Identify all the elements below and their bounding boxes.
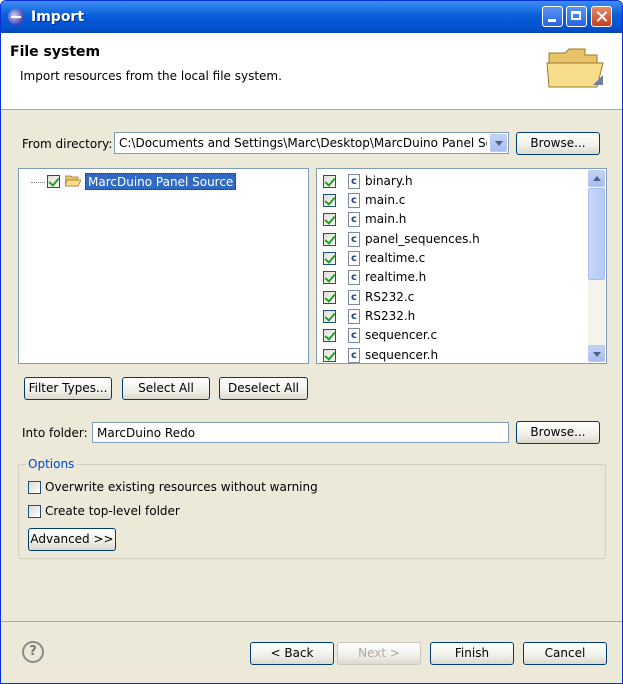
file-label: sequencer.h: [365, 348, 439, 362]
back-button[interactable]: < Back: [250, 642, 334, 665]
list-item[interactable]: c sequencer.c: [323, 326, 593, 345]
c-file-icon: c: [348, 309, 360, 324]
open-folder-icon: [65, 175, 81, 187]
file-label: RS232.c: [365, 290, 415, 304]
wizard-header: File system Import resources from the lo…: [1, 33, 622, 110]
into-folder-browse-button[interactable]: Browse...: [516, 421, 600, 444]
help-icon[interactable]: ?: [22, 641, 44, 663]
list-item[interactable]: c panel_sequences.h: [323, 230, 593, 249]
c-file-icon: c: [348, 290, 360, 305]
list-item[interactable]: c main.h: [323, 210, 593, 229]
c-file-icon: c: [348, 328, 360, 343]
file-checkbox[interactable]: [323, 349, 336, 362]
into-folder-value: MarcDuino Redo: [97, 426, 196, 440]
from-directory-browse-button[interactable]: Browse...: [516, 132, 600, 155]
c-file-icon: c: [348, 174, 360, 189]
tree-connector: [31, 182, 45, 183]
file-label: main.h: [365, 212, 407, 226]
file-checkbox[interactable]: [323, 271, 336, 284]
file-label: sequencer.c: [365, 328, 438, 342]
import-dialog: Import File system Import resources from…: [0, 0, 623, 684]
c-file-icon: c: [348, 270, 360, 285]
scroll-down-icon[interactable]: [588, 345, 605, 362]
title-bar[interactable]: Import: [1, 1, 622, 33]
c-file-icon: c: [348, 232, 360, 247]
footer-divider: [1, 621, 622, 622]
tree-item-checkbox[interactable]: [47, 175, 60, 188]
folder-banner-icon: [546, 48, 604, 88]
file-label: realtime.h: [365, 270, 427, 284]
file-checkbox[interactable]: [323, 291, 336, 304]
list-item[interactable]: c RS232.c: [323, 288, 593, 307]
next-button[interactable]: Next >: [337, 642, 421, 665]
file-checkbox[interactable]: [323, 194, 336, 207]
deselect-all-button[interactable]: Deselect All: [219, 377, 308, 400]
minimize-button[interactable]: [542, 6, 563, 27]
folder-tree[interactable]: MarcDuino Panel Source: [18, 168, 309, 364]
file-label: binary.h: [365, 174, 413, 188]
file-checkbox[interactable]: [323, 252, 336, 265]
overwrite-label[interactable]: Overwrite existing resources without war…: [45, 480, 318, 494]
advanced-button[interactable]: Advanced >>: [28, 528, 116, 551]
scroll-thumb[interactable]: [588, 188, 605, 280]
c-file-icon: c: [348, 212, 360, 227]
cancel-button[interactable]: Cancel: [523, 642, 607, 665]
options-group-label: Options: [26, 457, 77, 471]
create-top-level-label[interactable]: Create top-level folder: [45, 504, 180, 518]
tree-item-label[interactable]: MarcDuino Panel Source: [85, 173, 237, 190]
file-list-scrollbar[interactable]: [588, 170, 605, 362]
list-item[interactable]: c main.c: [323, 191, 593, 210]
scroll-up-icon[interactable]: [588, 170, 605, 187]
page-description: Import resources from the local file sys…: [20, 69, 282, 83]
into-folder-label: Into folder:: [22, 426, 88, 440]
from-directory-label: From directory:: [22, 137, 113, 151]
select-all-button[interactable]: Select All: [122, 377, 210, 400]
page-title: File system: [10, 44, 101, 60]
eclipse-icon: [8, 9, 24, 25]
file-checkbox[interactable]: [323, 213, 336, 226]
c-file-icon: c: [348, 193, 360, 208]
list-item[interactable]: c realtime.h: [323, 268, 593, 287]
file-list[interactable]: c binary.h c main.c c main.h c panel_sequenc…: [316, 168, 607, 364]
create-top-level-checkbox[interactable]: [28, 505, 41, 518]
into-folder-input[interactable]: MarcDuino Redo: [92, 422, 509, 443]
file-checkbox[interactable]: [323, 233, 336, 246]
list-item[interactable]: c RS232.h: [323, 307, 593, 326]
filter-types-button[interactable]: Filter Types...: [24, 377, 112, 400]
from-directory-value: C:\Documents and Settings\Marc\Desktop\M…: [119, 136, 487, 150]
list-item[interactable]: c binary.h: [323, 172, 593, 191]
from-directory-combo[interactable]: C:\Documents and Settings\Marc\Desktop\M…: [114, 132, 509, 154]
c-file-icon: c: [348, 348, 360, 363]
file-label: RS232.h: [365, 309, 416, 323]
file-label: panel_sequences.h: [365, 232, 480, 246]
list-item[interactable]: c realtime.c: [323, 249, 593, 268]
file-label: realtime.c: [365, 251, 426, 265]
file-checkbox[interactable]: [323, 310, 336, 323]
chevron-down-icon[interactable]: [490, 134, 507, 152]
list-item[interactable]: c sequencer.h: [323, 346, 593, 363]
maximize-button[interactable]: [566, 6, 587, 27]
file-checkbox[interactable]: [323, 175, 336, 188]
file-checkbox[interactable]: [323, 329, 336, 342]
close-button[interactable]: [591, 6, 612, 27]
file-label: main.c: [365, 193, 406, 207]
finish-button[interactable]: Finish: [430, 642, 514, 665]
c-file-icon: c: [348, 251, 360, 266]
window-title: Import: [31, 9, 85, 25]
overwrite-checkbox[interactable]: [28, 481, 41, 494]
